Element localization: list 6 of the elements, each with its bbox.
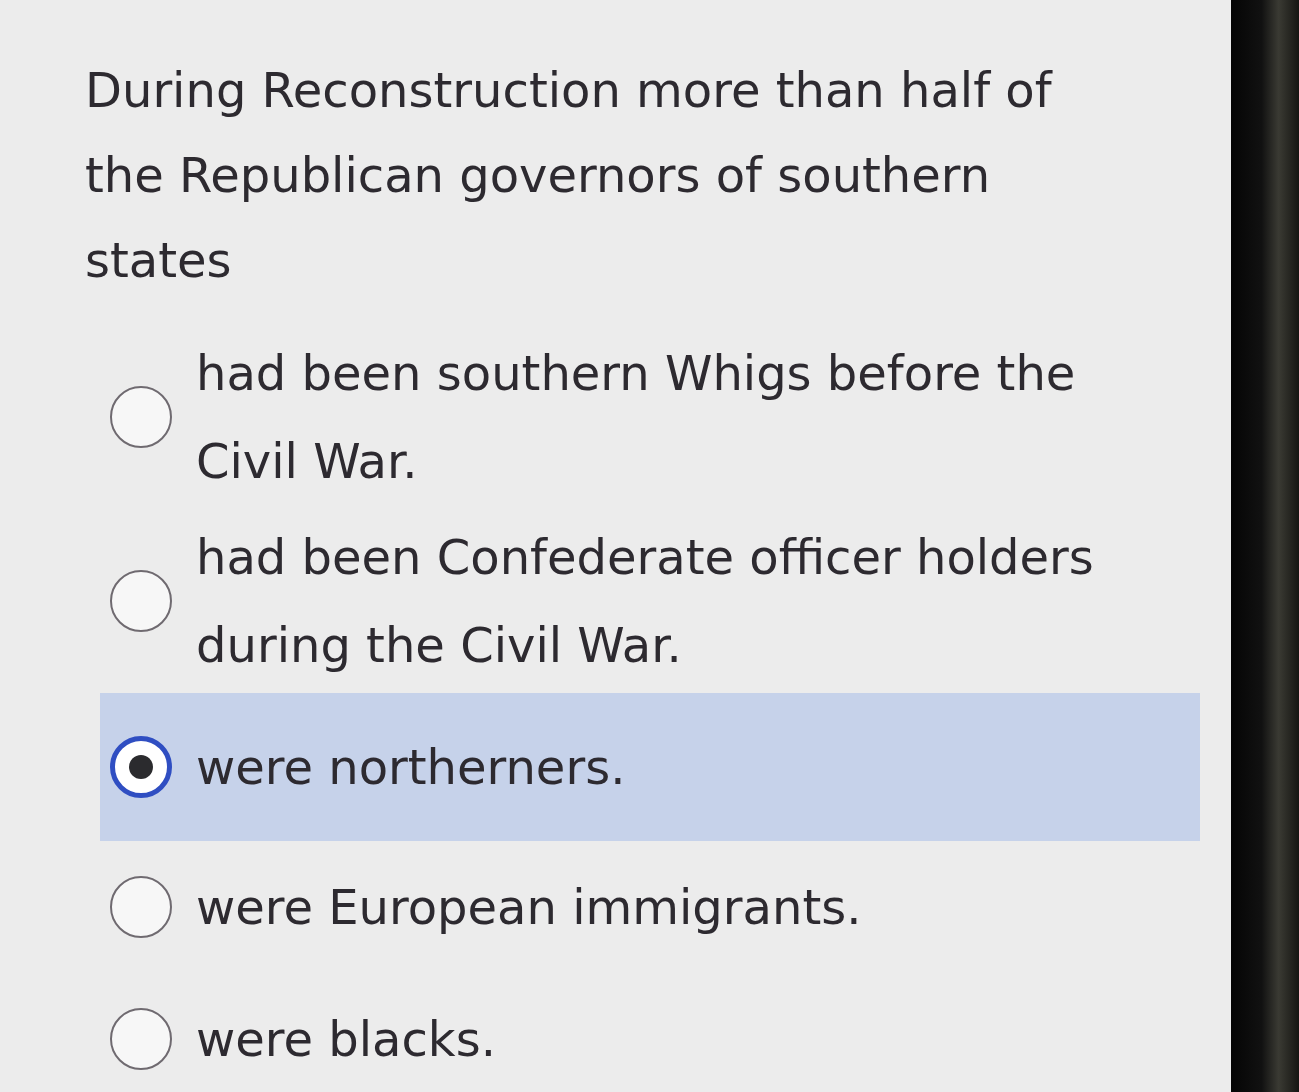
- option-label[interactable]: were blacks.: [196, 995, 496, 1083]
- option-label[interactable]: had been Confederate officer holders during the Civil War.: [196, 513, 1156, 689]
- option-label[interactable]: were northerners.: [196, 723, 626, 811]
- option-label[interactable]: were European immigrants.: [196, 863, 862, 951]
- option-label[interactable]: had been southern Whigs before the Civil War.: [196, 329, 1156, 505]
- question-text: During Reconstruction more than half of the Republican governors of southern states: [85, 61, 1054, 290]
